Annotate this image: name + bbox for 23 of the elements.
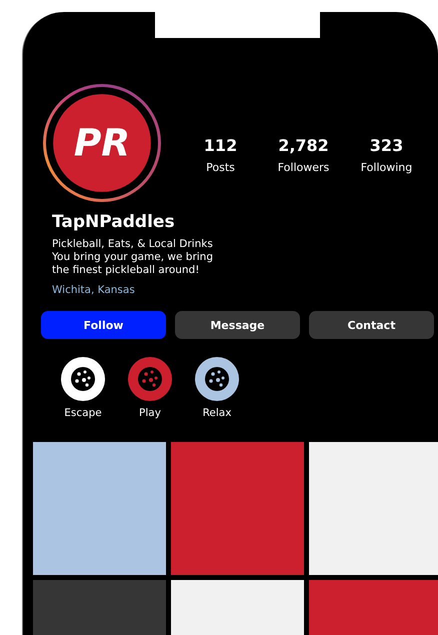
follow-button[interactable]: Follow (41, 311, 166, 339)
stat-label: Following (360, 161, 412, 174)
highlight-label: Play (139, 407, 161, 419)
post-tile[interactable] (171, 442, 304, 575)
username: TapNPaddles (52, 212, 176, 232)
bio-text: Pickleball, Eats, & Local Drinks (52, 238, 214, 251)
stat-count: 323 (370, 136, 404, 155)
stat-count: 2,782 (278, 136, 329, 155)
stat-count: 112 (204, 136, 238, 155)
post-tile[interactable] (33, 442, 166, 575)
post-tile[interactable] (309, 442, 438, 575)
highlight-label: Relax (202, 407, 232, 419)
stat-label: Followers (278, 161, 330, 174)
action-button[interactable]: Message (175, 311, 300, 339)
pickleball-icon[interactable] (61, 357, 105, 401)
highlight-label: Escape (64, 407, 102, 419)
action-button[interactable]: Contact (309, 311, 434, 339)
bio-text: the finest pickleball around! (52, 264, 200, 277)
pickleball-icon[interactable] (195, 357, 239, 401)
avatar[interactable]: PR (43, 84, 161, 202)
bio-text: You bring your game, we bring (52, 251, 214, 264)
stat-label: Posts (206, 161, 235, 174)
location-link[interactable]: Wichita, Kansas (52, 284, 135, 296)
